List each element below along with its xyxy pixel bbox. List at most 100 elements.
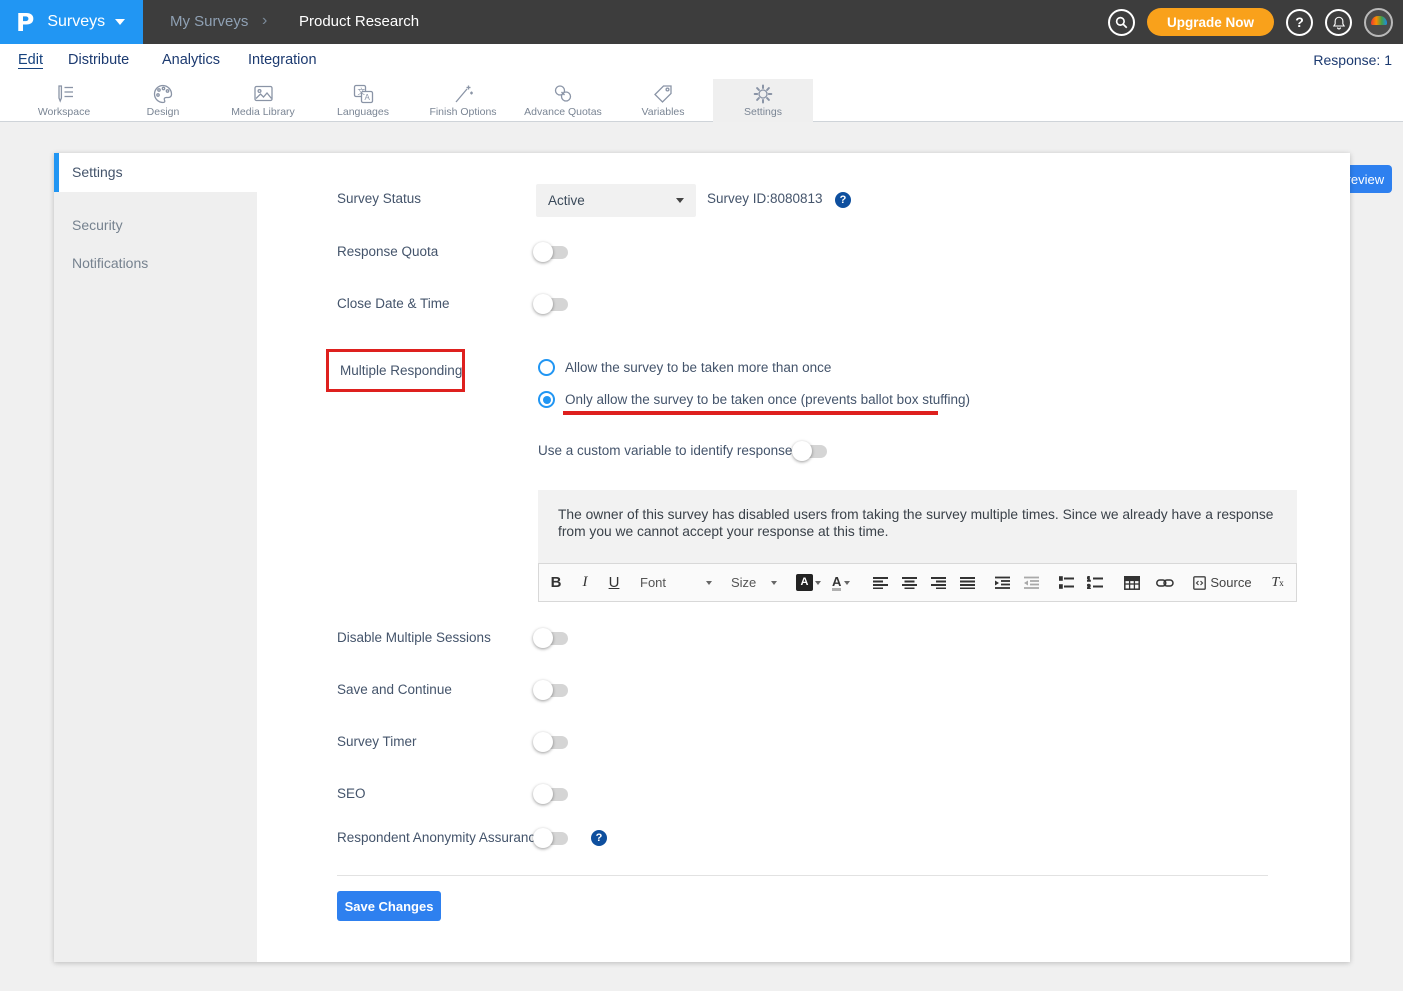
quota-links-icon (551, 83, 575, 105)
questionpro-logo-icon: P (16, 8, 34, 37)
upgrade-now-button[interactable]: Upgrade Now (1147, 8, 1274, 36)
multiple-responding-annotation-box: Multiple Responding (326, 349, 465, 392)
notifications-button[interactable] (1325, 9, 1352, 36)
background-color-button[interactable]: A (796, 570, 821, 596)
align-left-button[interactable] (871, 570, 889, 596)
breadcrumb-parent[interactable]: My Surveys (170, 0, 248, 44)
remove-format-button[interactable]: Tx (1269, 570, 1287, 596)
tab-distribute[interactable]: Distribute (68, 44, 129, 79)
sidebar-item-security[interactable]: Security (54, 206, 257, 244)
sidebar-item-notifications[interactable]: Notifications (54, 244, 257, 282)
bold-button[interactable]: B (547, 570, 565, 596)
tab-edit[interactable]: Edit (18, 44, 43, 79)
dropdown-caret-icon (771, 581, 777, 585)
respondent-anonymity-toggle[interactable] (536, 832, 568, 845)
close-date-toggle[interactable] (536, 298, 568, 311)
svg-text:1: 1 (1087, 577, 1091, 583)
outdent-button[interactable] (1022, 570, 1040, 596)
dropdown-caret-icon (706, 581, 712, 585)
question-mark-icon: ? (1295, 14, 1304, 30)
respondent-anonymity-help-icon[interactable]: ? (591, 830, 607, 846)
finish-options-wand-icon (451, 83, 475, 105)
toolbar-item-finish-options[interactable]: Finish Options (413, 79, 513, 122)
topbar-actions: Upgrade Now ? (1108, 0, 1393, 44)
survey-status-dropdown[interactable]: Active (536, 184, 696, 217)
bulleted-list-icon (1059, 576, 1074, 589)
breadcrumb-current: Product Research (299, 0, 419, 44)
multiple-responding-message[interactable]: The owner of this survey has disabled us… (538, 490, 1297, 563)
svg-text:A: A (365, 93, 371, 102)
survey-id-value: 8080813 (770, 191, 823, 206)
radio-only-once-label[interactable]: Only allow the survey to be taken once (… (565, 392, 970, 407)
survey-timer-label: Survey Timer (337, 734, 417, 749)
toolbar-item-media-library[interactable]: Media Library (213, 79, 313, 122)
source-button[interactable]: Source (1193, 575, 1251, 590)
outdent-icon (1024, 576, 1039, 589)
radio-allow-multiple[interactable] (538, 359, 555, 376)
search-button[interactable] (1108, 9, 1135, 36)
survey-id-help-icon[interactable]: ? (835, 192, 851, 208)
text-color-button[interactable]: A (832, 570, 850, 596)
underline-button[interactable]: U (605, 570, 623, 596)
italic-button[interactable]: I (576, 570, 594, 596)
product-name: Surveys (47, 13, 105, 31)
save-changes-button[interactable]: Save Changes (337, 891, 441, 921)
bulleted-list-button[interactable] (1057, 570, 1075, 596)
align-left-icon (873, 576, 888, 589)
settings-gear-icon (751, 83, 775, 105)
save-and-continue-label: Save and Continue (337, 682, 452, 697)
help-button[interactable]: ? (1286, 9, 1313, 36)
disable-multiple-sessions-toggle[interactable] (536, 632, 568, 645)
survey-status-label: Survey Status (337, 191, 421, 206)
align-justify-icon (960, 576, 975, 589)
indent-button[interactable] (993, 570, 1011, 596)
align-center-button[interactable] (900, 570, 918, 596)
align-right-button[interactable] (929, 570, 947, 596)
avatar-logo-icon (1371, 16, 1387, 25)
tab-integration[interactable]: Integration (248, 44, 317, 79)
media-library-icon (251, 83, 275, 105)
align-center-icon (902, 576, 917, 589)
settings-sidebar: Security Notifications (54, 192, 257, 962)
toolbar-item-settings[interactable]: Settings (713, 79, 813, 122)
align-justify-button[interactable] (958, 570, 976, 596)
variables-tag-icon (651, 83, 675, 105)
seo-toggle[interactable] (536, 788, 568, 801)
settings-card: Settings Security Notifications Survey S… (54, 153, 1350, 962)
respondent-anonymity-label: Respondent Anonymity Assurance (337, 830, 543, 845)
numbered-list-button[interactable]: 12 (1086, 570, 1104, 596)
survey-status-value: Active (548, 184, 585, 217)
toolbar-item-design[interactable]: Design (113, 79, 213, 122)
response-quota-toggle[interactable] (536, 246, 568, 259)
size-dropdown[interactable]: Size (731, 575, 777, 590)
top-bar: P Surveys My Surveys › Product Research … (0, 0, 1403, 44)
save-and-continue-toggle[interactable] (536, 684, 568, 697)
font-dropdown[interactable]: Font (640, 575, 712, 590)
edit-toolbar: Workspace Design Media Library 文A Langua… (0, 79, 1403, 122)
toolbar-item-languages[interactable]: 文A Languages (313, 79, 413, 122)
workspace-icon (52, 83, 76, 105)
app-logo-menu[interactable]: P Surveys (0, 0, 143, 44)
survey-timer-toggle[interactable] (536, 736, 568, 749)
toolbar-item-workspace[interactable]: Workspace (14, 79, 114, 122)
user-avatar[interactable] (1364, 8, 1393, 37)
radio-allow-multiple-label[interactable]: Allow the survey to be taken more than o… (565, 360, 831, 375)
custom-variable-label: Use a custom variable to identify respon… (538, 443, 799, 458)
tab-analytics[interactable]: Analytics (162, 44, 220, 79)
insert-link-button[interactable] (1156, 570, 1174, 596)
radio-only-once[interactable] (538, 391, 555, 408)
design-palette-icon (151, 83, 175, 105)
seo-label: SEO (337, 786, 366, 801)
custom-variable-toggle[interactable] (795, 445, 827, 458)
search-icon (1114, 15, 1129, 30)
multiple-responding-label: Multiple Responding (340, 363, 462, 378)
section-nav: Edit Distribute Analytics Integration Re… (0, 44, 1403, 79)
sidebar-item-settings[interactable]: Settings (54, 153, 257, 192)
indent-icon (995, 576, 1010, 589)
toolbar-item-advance-quotas[interactable]: Advance Quotas (513, 79, 613, 122)
insert-table-button[interactable] (1123, 570, 1141, 596)
languages-icon: 文A (351, 83, 375, 105)
survey-id-label: Survey ID: (707, 191, 770, 206)
toolbar-item-variables[interactable]: Variables (613, 79, 713, 122)
section-divider (337, 875, 1268, 876)
